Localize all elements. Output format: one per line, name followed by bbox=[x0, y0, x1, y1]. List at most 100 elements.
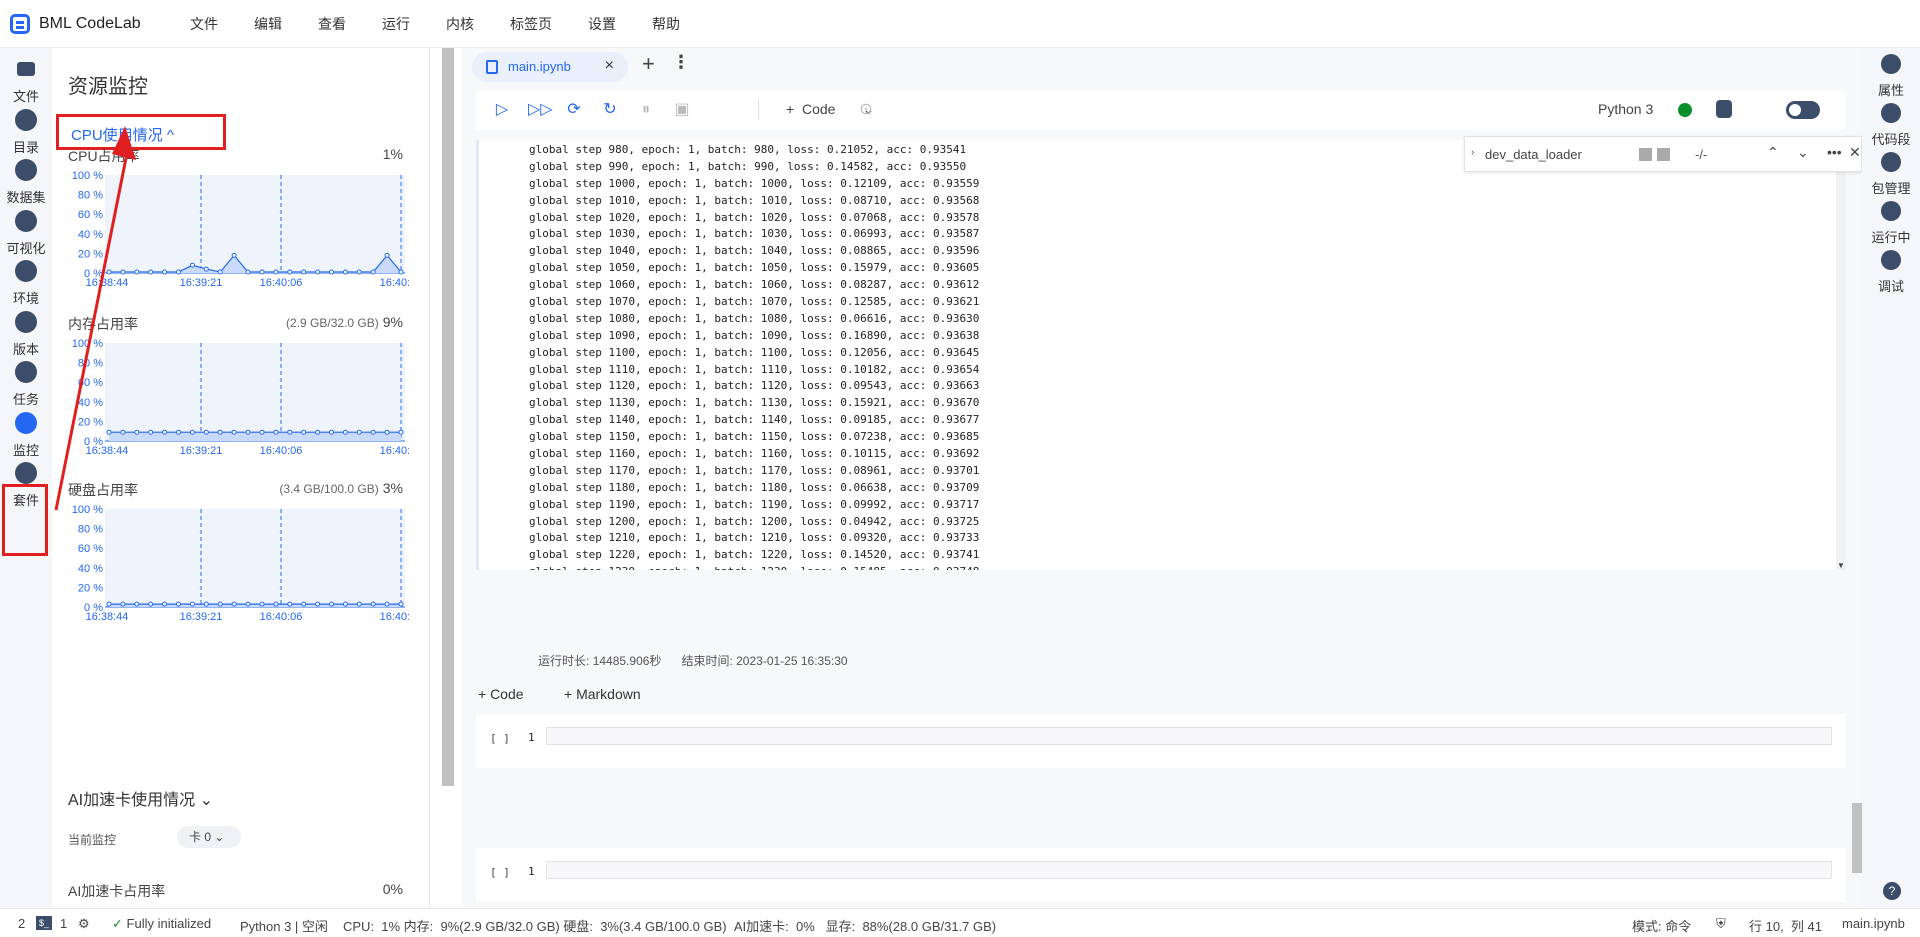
menu-item[interactable]: 内核 bbox=[446, 14, 474, 34]
match-case-icon[interactable] bbox=[1639, 148, 1652, 161]
output-scrollbar[interactable] bbox=[1836, 140, 1846, 570]
theme-toggle[interactable] bbox=[1786, 101, 1820, 119]
rail-item[interactable]: 数据集 bbox=[0, 159, 52, 206]
duration-label: 运行时长: bbox=[538, 654, 590, 668]
right-rail-label: 属性 bbox=[1877, 83, 1904, 98]
save-icon[interactable]: ▣ bbox=[672, 100, 692, 120]
data-point bbox=[106, 269, 112, 275]
rail-item[interactable]: 目录 bbox=[0, 108, 52, 156]
rail-item[interactable]: 可视化 bbox=[0, 209, 52, 257]
menu-item[interactable]: 查看 bbox=[318, 14, 346, 34]
kernel-status[interactable]: Python 3 | 空闲 bbox=[240, 916, 328, 935]
x-tick-label: 16:40:06 bbox=[260, 277, 303, 289]
debugger-icon[interactable]: ⊙ bbox=[856, 100, 876, 120]
status-count-b[interactable]: 1 bbox=[60, 916, 67, 931]
menu-item[interactable]: 文件 bbox=[190, 14, 218, 34]
lock-icon[interactable] bbox=[1716, 100, 1732, 118]
right-rail-item[interactable]: 调试 bbox=[1862, 250, 1920, 295]
right-rail-item[interactable]: 属性 bbox=[1862, 54, 1920, 99]
cell-editor[interactable] bbox=[546, 727, 1832, 745]
y-tick-label: 20 % bbox=[78, 582, 103, 594]
rail-item[interactable]: 版本 bbox=[0, 310, 52, 358]
data-point bbox=[189, 262, 195, 268]
add-code-cell-button[interactable]: + Code bbox=[478, 686, 524, 702]
run-cell-icon[interactable]: ▷ bbox=[492, 100, 512, 120]
menu-item[interactable]: 编辑 bbox=[254, 14, 282, 34]
data-point bbox=[301, 601, 307, 607]
restart-kernel-icon[interactable]: ↻ bbox=[600, 100, 620, 120]
rail-item[interactable]: 文件 bbox=[0, 58, 52, 105]
y-tick-label: 40 % bbox=[78, 229, 103, 241]
disk-usage-label: 硬盘占用率 bbox=[68, 482, 138, 498]
rail-item[interactable]: 环境 bbox=[0, 260, 52, 307]
y-tick-label: 60 % bbox=[78, 209, 103, 221]
rail-item[interactable]: 任务 bbox=[0, 361, 52, 408]
right-rail-item[interactable]: 运行中 bbox=[1862, 201, 1920, 246]
task-icon bbox=[15, 361, 37, 383]
menu-item[interactable]: 帮助 bbox=[652, 14, 680, 34]
right-rail-label: 调试 bbox=[1877, 279, 1904, 294]
close-icon[interactable]: × bbox=[605, 57, 614, 75]
shield-icon[interactable]: ⛨ bbox=[1716, 916, 1726, 932]
help-icon[interactable]: ? bbox=[1883, 882, 1901, 900]
x-tick-label: 16:40:50 bbox=[380, 277, 409, 289]
end-time-value: 2023-01-25 16:35:30 bbox=[736, 654, 848, 668]
expand-replace-icon[interactable]: › bbox=[1471, 147, 1474, 158]
ai-card-section-toggle[interactable]: AI加速卡使用情况 ⌄ bbox=[68, 786, 213, 810]
right-rail-item[interactable]: 包管理 bbox=[1862, 152, 1920, 197]
ai-card-section-label: AI加速卡使用情况 bbox=[68, 792, 196, 809]
output-line: global step 1030, epoch: 1, batch: 1030,… bbox=[529, 227, 980, 241]
menu-item[interactable]: 设置 bbox=[588, 14, 616, 34]
output-line: global step 1090, epoch: 1, batch: 1090,… bbox=[529, 328, 980, 342]
find-input[interactable]: dev_data_loader bbox=[1485, 147, 1582, 162]
output-line: global step 1150, epoch: 1, batch: 1150,… bbox=[529, 430, 980, 444]
resource-summary: CPU: 1% 内存: 9%(2.9 GB/32.0 GB) 硬盘: 3%(3.… bbox=[343, 919, 997, 934]
menu-item[interactable]: 运行 bbox=[382, 14, 410, 34]
more-options-icon[interactable]: ⋮ bbox=[672, 52, 690, 73]
add-markdown-cell-button[interactable]: + Markdown bbox=[564, 686, 641, 702]
cpu-section-toggle[interactable]: CPU使用情况 ^ bbox=[56, 114, 226, 150]
close-find-icon[interactable]: ✕ bbox=[1849, 144, 1861, 161]
data-point bbox=[301, 429, 307, 435]
next-match-icon[interactable]: ⌄ bbox=[1797, 144, 1809, 161]
previous-match-icon[interactable]: ⌃ bbox=[1767, 144, 1779, 161]
dataset-icon bbox=[15, 159, 37, 181]
y-tick-label: 40 % bbox=[78, 397, 103, 409]
data-point bbox=[134, 269, 140, 275]
data-point bbox=[329, 429, 334, 435]
chart-icon bbox=[15, 209, 37, 232]
interrupt-icon[interactable]: ⏸ bbox=[636, 100, 656, 120]
memory-usage-detail: (2.9 GB/32.0 GB) bbox=[286, 316, 379, 330]
code-cell[interactable]: [ ] 1 bbox=[476, 714, 1846, 768]
terminal-icon[interactable]: $_ bbox=[36, 916, 52, 930]
new-tab-button[interactable]: + bbox=[642, 51, 655, 77]
x-tick-label: 16:40:50 bbox=[380, 445, 409, 457]
notebook-scrollbar[interactable] bbox=[1852, 803, 1862, 873]
y-tick-label: 80 % bbox=[78, 358, 103, 370]
ai-usage-label: AI加速卡占用率 bbox=[68, 883, 166, 899]
kernel-status-icon bbox=[1678, 103, 1692, 117]
regex-icon[interactable] bbox=[1657, 148, 1670, 161]
code-cell[interactable]: [ ] 1 bbox=[476, 848, 1846, 902]
output-line: global step 1000, epoch: 1, batch: 1000,… bbox=[529, 176, 980, 190]
output-line: global step 1100, epoch: 1, batch: 1100,… bbox=[529, 345, 980, 359]
menu-item[interactable]: 标签页 bbox=[510, 14, 552, 34]
run-all-icon[interactable]: ▷▷ bbox=[528, 100, 553, 120]
output-line: global step 1060, epoch: 1, batch: 1060,… bbox=[529, 278, 980, 292]
restart-run-icon[interactable]: ⟳ bbox=[564, 100, 584, 120]
cell-editor[interactable] bbox=[546, 861, 1832, 879]
panel-scrollbar[interactable] bbox=[442, 48, 454, 786]
data-point bbox=[356, 601, 362, 607]
line-number: 1 bbox=[528, 731, 535, 744]
kernel-name[interactable]: Python 3 bbox=[1598, 101, 1653, 117]
panel-title: 资源监控 bbox=[68, 76, 148, 98]
find-options-icon[interactable]: ••• bbox=[1827, 144, 1842, 160]
card-select-dropdown[interactable]: 卡 0 ⌄ bbox=[177, 826, 241, 848]
gear-icon[interactable]: ⚙ bbox=[78, 916, 90, 932]
tab-main-ipynb[interactable]: main.ipynb × bbox=[472, 52, 628, 82]
rail-item-label: 文件 bbox=[12, 89, 39, 104]
status-count-a[interactable]: 2 bbox=[18, 916, 25, 931]
rail-item[interactable]: 监控 bbox=[0, 411, 52, 459]
data-point bbox=[356, 429, 362, 435]
right-rail-item[interactable]: 代码段 bbox=[1862, 103, 1920, 148]
